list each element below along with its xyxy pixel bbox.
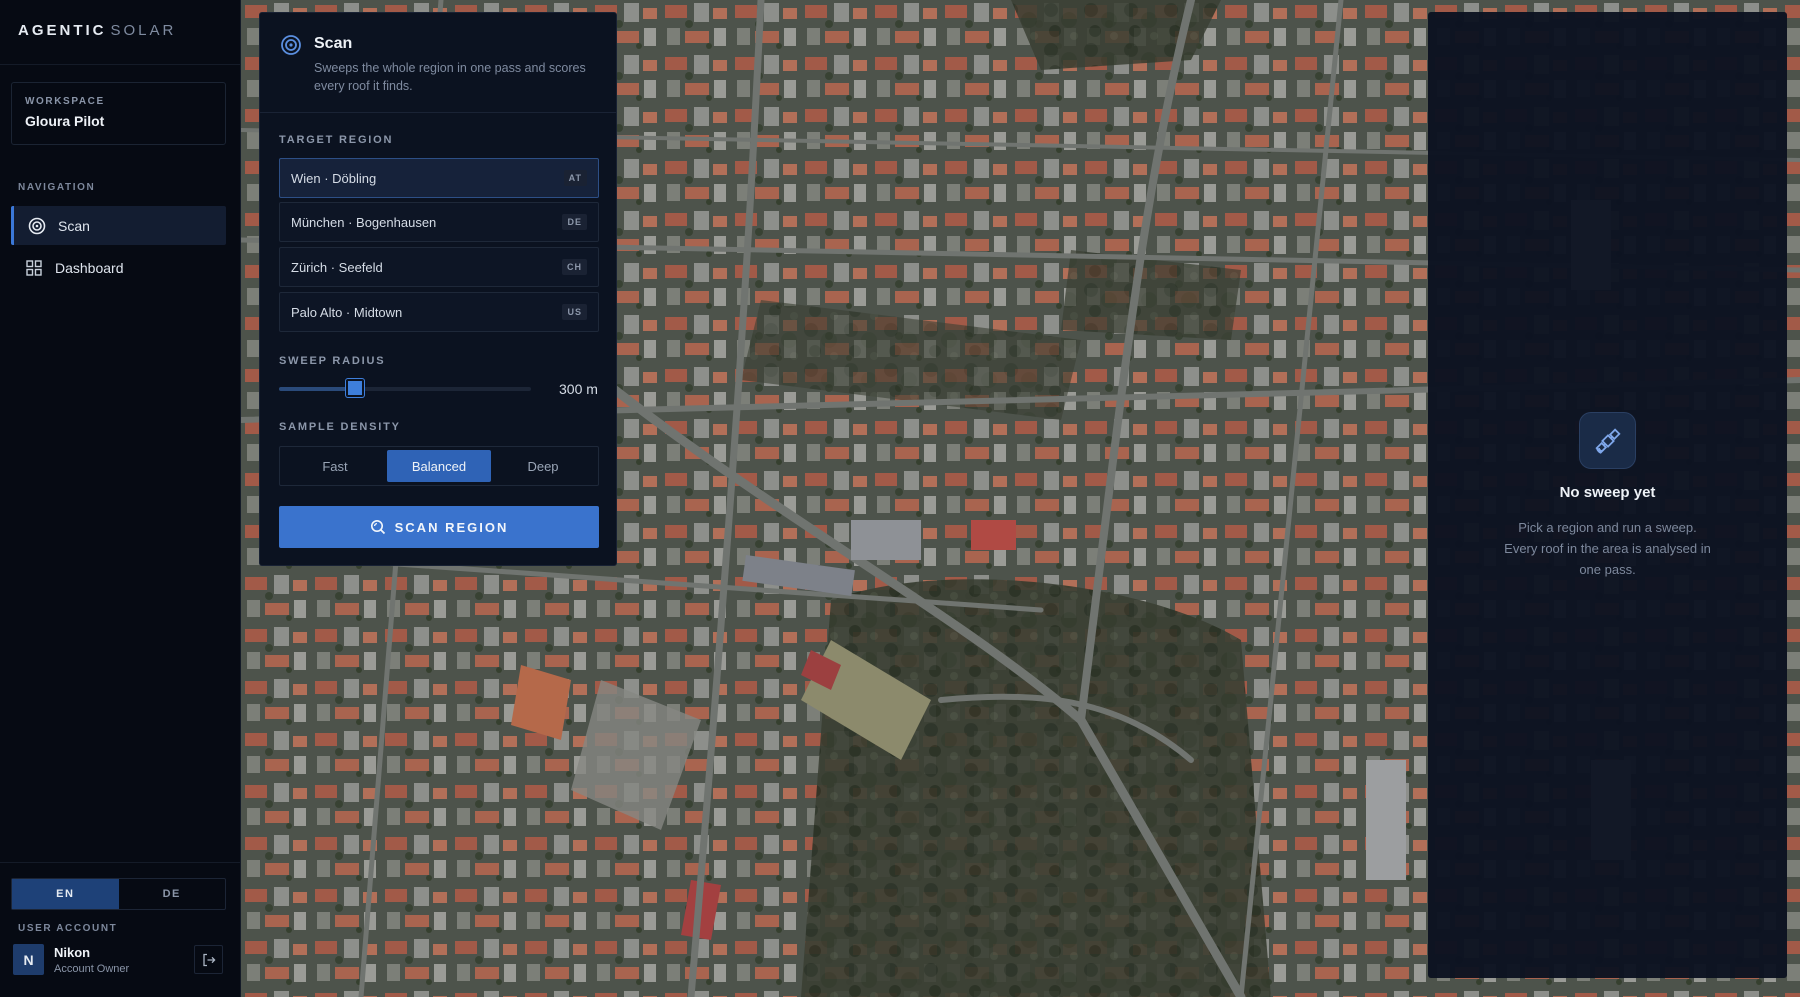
user-role: Account Owner [54,963,130,975]
density-deep-button[interactable]: Deep [491,450,595,482]
target-icon [280,34,302,61]
scan-region-label: SCAN REGION [394,519,509,535]
region-name: München · Bogenhausen [291,214,437,230]
region-option-wien[interactable]: Wien · Döbling AT [279,158,599,198]
language-toggle: EN DE [11,878,226,910]
sample-density-label: SAMPLE DENSITY [279,421,401,433]
satellite-icon [1579,412,1636,469]
region-name: Wien · Döbling [291,170,377,186]
scan-panel: Scan Sweeps the whole region in one pass… [259,12,617,566]
sweep-radius-label: SWEEP RADIUS [279,355,386,367]
workspace-label: WORKSPACE [25,96,105,107]
slider-fill [279,387,355,391]
sidebar-item-label: Dashboard [55,259,124,276]
sidebar: AGENTIC SOLAR WORKSPACE Gloura Pilot NAVI… [0,0,241,997]
sweep-radius-value: 300 m [559,381,598,397]
target-icon [28,217,46,235]
empty-state-title: No sweep yet [1559,484,1656,501]
sweep-radius-slider[interactable] [279,379,531,397]
sidebar-item-dashboard[interactable]: Dashboard [11,248,226,287]
logout-button[interactable] [194,945,223,974]
results-panel: No sweep yet Pick a region and run a swe… [1428,12,1787,978]
workspace-selector[interactable]: WORKSPACE Gloura Pilot [11,82,226,145]
region-name: Zürich · Seefeld [291,259,383,275]
region-country-badge: AT [563,170,587,186]
brand-logo[interactable]: AGENTIC SOLAR [18,22,176,39]
user-account-label: USER ACCOUNT [18,923,118,934]
region-name: Palo Alto · Midtown [291,304,403,320]
grid-icon [25,259,43,277]
divider [0,862,241,863]
workspace-name: Gloura Pilot [25,113,105,129]
scan-search-icon [370,519,386,535]
region-option-zuerich[interactable]: Zürich · Seefeld CH [279,247,599,287]
density-fast-button[interactable]: Fast [283,450,387,482]
lang-en-button[interactable]: EN [12,879,119,909]
region-country-badge: US [562,304,587,320]
sidebar-item-scan[interactable]: Scan [11,206,226,245]
scan-panel-header: Scan Sweeps the whole region in one pass… [260,13,616,113]
nav-section-label: NAVIGATION [18,182,96,193]
user-name: Nikon [54,945,91,960]
avatar: N [13,944,44,975]
scan-panel-title: Scan [314,35,353,52]
scan-region-button[interactable]: SCAN REGION [279,506,599,548]
brand-primary: AGENTIC [18,22,107,39]
sidebar-item-label: Scan [58,217,90,234]
region-country-badge: CH [562,259,587,275]
logout-icon [202,953,216,967]
region-country-badge: DE [562,214,587,230]
slider-thumb[interactable] [345,379,364,397]
region-option-palo-alto[interactable]: Palo Alto · Midtown US [279,292,599,332]
empty-state-description: Pick a region and run a sweep. Every roo… [1504,520,1711,577]
target-region-label: TARGET REGION [279,134,394,146]
divider [0,64,241,65]
brand-secondary: SOLAR [110,22,177,39]
density-balanced-button[interactable]: Balanced [387,450,491,482]
sample-density-selector: Fast Balanced Deep [279,446,599,486]
region-option-muenchen[interactable]: München · Bogenhausen DE [279,202,599,242]
lang-de-button[interactable]: DE [119,879,226,909]
scan-panel-description: Sweeps the whole region in one pass and … [314,61,586,93]
